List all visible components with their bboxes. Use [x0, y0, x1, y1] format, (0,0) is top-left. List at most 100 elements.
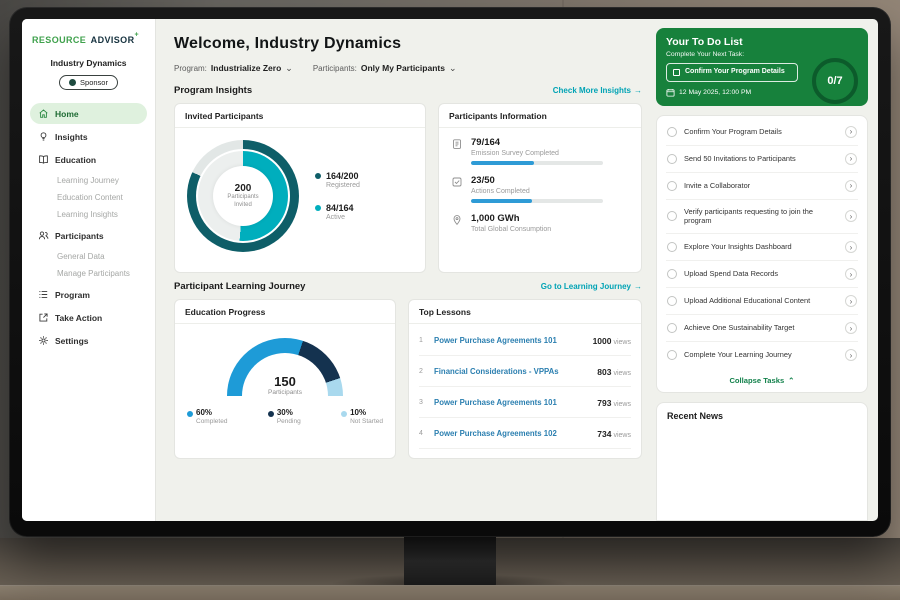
sidebar-item-learning-insights[interactable]: Learning Insights: [30, 206, 147, 223]
stat-global-consumption: 1,000 GWh Total Global Consumption: [451, 213, 629, 237]
chevron-right-icon[interactable]: ›: [845, 322, 857, 334]
dashboard-screen: RESOURCE ADVISOR+ Industry Dynamics Spon…: [22, 19, 878, 521]
task-row[interactable]: Complete Your Learning Journey ›: [666, 342, 858, 368]
sidebar-item-program[interactable]: Program: [30, 284, 147, 305]
legend-label: Registered: [326, 182, 360, 189]
monitor-bezel: RESOURCE ADVISOR+ Industry Dynamics Spon…: [9, 7, 891, 537]
sidebar-item-take-action[interactable]: Take Action: [30, 307, 147, 328]
todo-progress-ring: 0/7: [812, 58, 858, 104]
chevron-right-icon[interactable]: ›: [845, 210, 857, 222]
chevron-right-icon[interactable]: ›: [845, 349, 857, 361]
task-checkbox-icon[interactable]: [667, 350, 677, 360]
arrow-right-icon: →: [634, 86, 642, 95]
todo-list-card: Your To Do List Complete Your Next Task:…: [656, 28, 868, 106]
task-label: Upload Spend Data Records: [684, 269, 838, 279]
participants-information-card: Participants Information 79/164 Emission…: [438, 103, 642, 273]
checkbox-icon[interactable]: [673, 69, 680, 76]
check-more-insights-link[interactable]: Check More Insights →: [553, 86, 642, 95]
location-pin-icon: [451, 214, 463, 226]
lesson-row: 1 Power Purchase Agreements 101 1000view…: [419, 325, 631, 356]
sidebar-item-learning-journey[interactable]: Learning Journey: [30, 172, 147, 189]
task-checkbox-icon[interactable]: [667, 127, 677, 137]
sidebar-item-participants[interactable]: Participants: [30, 225, 147, 246]
task-row[interactable]: Confirm Your Program Details ›: [666, 119, 858, 146]
link-label: Go to Learning Journey: [541, 282, 631, 291]
monitor-stand: [404, 528, 496, 588]
logo-text-primary: RESOURCE: [32, 35, 86, 45]
learning-journey-cards: Education Progress 150 Participants 60: [174, 299, 642, 459]
chevron-right-icon[interactable]: ›: [845, 126, 857, 138]
home-icon: [38, 108, 49, 119]
lesson-row: 3 Power Purchase Agreements 101 793views: [419, 387, 631, 418]
legend-value: 164/200: [326, 171, 360, 181]
legend-pct: 30%: [277, 408, 293, 417]
card-title: Invited Participants: [175, 104, 425, 128]
legend-item-not-started: 10% Not Started: [341, 408, 383, 425]
lesson-title-link[interactable]: Power Purchase Agreements 101: [434, 336, 585, 345]
legend-dot: [341, 411, 347, 417]
insights-icon: [38, 131, 49, 142]
task-checkbox-icon[interactable]: [667, 154, 677, 164]
lesson-views-label: views: [613, 339, 631, 346]
program-filter-dropdown[interactable]: Program: Industrialize Zero ⌄: [174, 63, 293, 73]
sidebar-item-insights[interactable]: Insights: [30, 126, 147, 147]
task-label: Confirm Your Program Details: [684, 127, 838, 137]
task-checkbox-icon[interactable]: [667, 181, 677, 191]
task-row[interactable]: Explore Your Insights Dashboard ›: [666, 234, 858, 261]
donut-center: 200 Participants Invited: [213, 166, 273, 226]
chevron-right-icon[interactable]: ›: [845, 180, 857, 192]
chevron-right-icon[interactable]: ›: [845, 241, 857, 253]
sidebar-item-home[interactable]: Home: [30, 103, 147, 124]
task-row[interactable]: Upload Additional Educational Content ›: [666, 288, 858, 315]
lesson-title-link[interactable]: Power Purchase Agreements 101: [434, 398, 589, 407]
stats-list: 79/164 Emission Survey Completed 23/50 A…: [439, 128, 641, 246]
sidebar-item-general-data[interactable]: General Data: [30, 248, 147, 265]
chevron-right-icon[interactable]: ›: [845, 153, 857, 165]
participants-filter-dropdown[interactable]: Participants: Only My Participants ⌄: [313, 63, 457, 73]
sidebar-item-manage-participants[interactable]: Manage Participants: [30, 265, 147, 282]
todo-progress-value: 0/7: [827, 75, 842, 87]
task-checkbox-icon[interactable]: [667, 242, 677, 252]
legend-dot: [187, 411, 193, 417]
sidebar-item-education[interactable]: Education: [30, 149, 147, 170]
top-lessons-card: Top Lessons 1 Power Purchase Agreements …: [408, 299, 642, 459]
task-row[interactable]: Invite a Collaborator ›: [666, 173, 858, 200]
lesson-rank: 3: [419, 399, 426, 406]
stat-value: 23/50: [471, 175, 603, 186]
task-label: Explore Your Insights Dashboard: [684, 242, 838, 252]
go-to-learning-journey-link[interactable]: Go to Learning Journey →: [541, 282, 642, 291]
task-row[interactable]: Verify participants requesting to join t…: [666, 200, 858, 234]
sidebar-subitem-label: Learning Insights: [57, 210, 118, 219]
task-row[interactable]: Achieve One Sustainability Target ›: [666, 315, 858, 342]
legend-item-completed: 60% Completed: [187, 408, 227, 425]
task-row[interactable]: Upload Spend Data Records ›: [666, 261, 858, 288]
recent-news-heading: Recent News: [667, 411, 857, 421]
sponsor-badge-label: Sponsor: [80, 78, 108, 87]
task-checkbox-icon[interactable]: [667, 269, 677, 279]
task-label: Complete Your Learning Journey: [684, 350, 838, 360]
link-label: Check More Insights: [553, 86, 631, 95]
sidebar-subitem-label: Education Content: [57, 193, 123, 202]
sidebar-item-education-content[interactable]: Education Content: [30, 189, 147, 206]
task-checkbox-icon[interactable]: [667, 211, 677, 221]
task-row[interactable]: Send 50 Invitations to Participants ›: [666, 146, 858, 173]
desk-edge: [0, 585, 900, 600]
legend-dot: [315, 173, 321, 179]
gauge-center: 150 Participants: [227, 375, 343, 396]
sidebar-item-settings[interactable]: Settings: [30, 330, 147, 351]
lesson-rank: 4: [419, 430, 426, 437]
lesson-title-link[interactable]: Power Purchase Agreements 102: [434, 429, 589, 438]
page-title: Welcome, Industry Dynamics: [174, 35, 642, 53]
task-checkbox-icon[interactable]: [667, 323, 677, 333]
collapse-tasks-button[interactable]: Collapse Tasks ⌃: [666, 368, 858, 392]
next-task-button[interactable]: Confirm Your Program Details: [666, 63, 798, 82]
chevron-right-icon[interactable]: ›: [845, 295, 857, 307]
recent-news-card: Recent News: [656, 402, 868, 521]
sponsor-icon: [69, 79, 76, 86]
lesson-title-link[interactable]: Financial Considerations - VPPAs: [434, 367, 589, 376]
task-checkbox-icon[interactable]: [667, 296, 677, 306]
sponsor-badge[interactable]: Sponsor: [59, 75, 118, 90]
lesson-row: 4 Power Purchase Agreements 102 734views: [419, 418, 631, 449]
chevron-right-icon[interactable]: ›: [845, 268, 857, 280]
legend-item-pending: 30% Pending: [268, 408, 301, 425]
